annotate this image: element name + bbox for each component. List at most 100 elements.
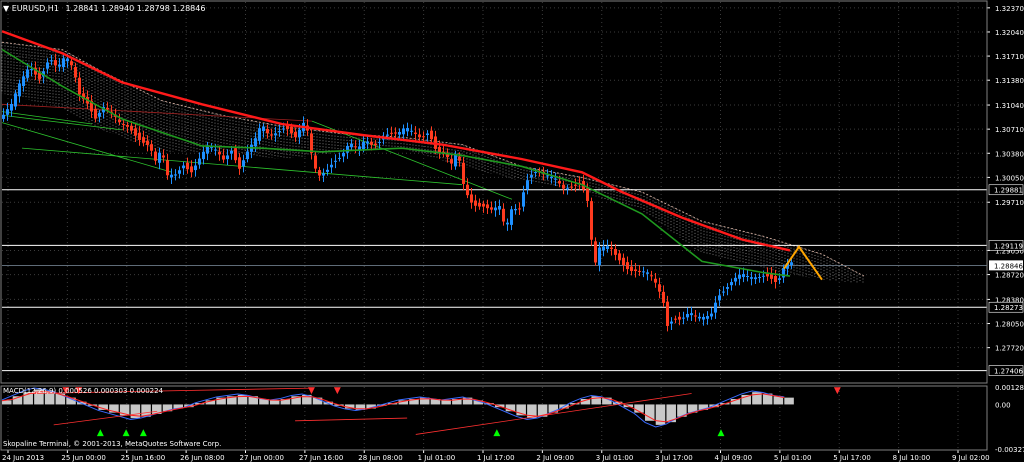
candle-body: [170, 174, 173, 178]
macd-label: MACD(12,26,9) 0.000526 0.000303 0.000224: [3, 387, 164, 395]
sell-arrow-icon: ▼: [834, 386, 841, 396]
time-tick-label: 25 Jun 16:00: [121, 454, 165, 462]
candle-body: [318, 170, 321, 176]
candle-body: [790, 262, 793, 266]
buy-arrow-icon: ▲: [97, 428, 104, 438]
macd-histogram-bar: [645, 404, 655, 421]
candle-body: [466, 184, 469, 196]
symbol-label: ▼ EURUSD,H1 1.28841 1.28940 1.28798 1.28…: [3, 4, 205, 13]
candle-body: [150, 144, 153, 151]
candle-body: [290, 126, 293, 134]
sell-arrow-icon: ▼: [308, 386, 315, 396]
candle-body: [742, 274, 745, 277]
candle-body: [630, 266, 633, 271]
candle-body: [70, 61, 73, 66]
candle-body: [778, 278, 781, 280]
candle-body: [146, 140, 149, 145]
candle-body: [762, 275, 765, 277]
candle-body: [486, 204, 489, 209]
candle-body: [510, 209, 513, 225]
symbol-name: EURUSD,H1: [12, 4, 59, 13]
macd-tick-label: 0.00: [995, 401, 1011, 409]
time-tick-label: 1 Jul 17:00: [477, 454, 515, 462]
candle-body: [422, 136, 425, 138]
candle-body: [402, 128, 405, 135]
candle-body: [410, 130, 413, 132]
candle-body: [706, 316, 709, 319]
price-tick-label: 1.30050: [995, 174, 1024, 182]
candle-body: [46, 62, 49, 69]
candle-body: [498, 206, 501, 210]
candle-body: [714, 302, 717, 313]
price-tick-label: 1.31380: [995, 77, 1024, 85]
candle-body: [550, 176, 553, 179]
candle-body: [142, 137, 145, 143]
candle-body: [30, 69, 33, 71]
candle-body: [274, 133, 277, 136]
candle-body: [238, 157, 241, 169]
candle-body: [478, 202, 481, 207]
time-tick-label: 9 Jul 02:00: [952, 454, 990, 462]
candle-body: [74, 67, 77, 78]
candle-body: [530, 175, 533, 178]
candle-body: [106, 107, 109, 110]
candle-body: [694, 315, 697, 317]
candle-body: [54, 60, 57, 66]
price-tick-label: 1.32370: [995, 5, 1024, 13]
level-price-label: 1.29881: [994, 187, 1023, 195]
candle-body: [370, 141, 373, 145]
candle-body: [494, 207, 497, 211]
symbol-dropdown-icon[interactable]: ▼: [3, 4, 10, 13]
candle-body: [450, 159, 453, 164]
candle-body: [182, 165, 185, 169]
macd-histogram-bar: [784, 397, 794, 405]
level-price-label: 1.28273: [994, 304, 1023, 312]
candle-body: [126, 124, 129, 127]
candle-body: [266, 128, 269, 134]
candle-body: [462, 162, 465, 184]
candle-body: [310, 133, 313, 153]
candle-body: [746, 275, 749, 277]
candle-body: [474, 200, 477, 206]
candle-body: [690, 313, 693, 316]
candle-body: [62, 58, 65, 68]
time-tick-label: 5 Jul 17:00: [833, 454, 871, 462]
candle-body: [78, 77, 81, 95]
level-price-label: 1.27406: [994, 368, 1023, 376]
time-tick-label: 5 Jul 01:00: [774, 454, 812, 462]
candle-body: [562, 184, 565, 189]
time-tick-label: 1 Jul 01:00: [418, 454, 456, 462]
candle-body: [130, 125, 133, 131]
candle-body: [590, 201, 593, 240]
candle-body: [626, 262, 629, 270]
candle-body: [766, 273, 769, 277]
buy-arrow-icon: ▲: [493, 428, 500, 438]
candle-body: [710, 313, 713, 317]
candle-body: [362, 141, 365, 150]
candle-body: [22, 76, 25, 87]
time-tick-label: 4 Jul 09:00: [715, 454, 753, 462]
candle-body: [14, 93, 17, 107]
candle-body: [754, 277, 757, 280]
candle-body: [18, 83, 21, 97]
candle-body: [774, 276, 777, 283]
price-tick-label: 1.30380: [995, 150, 1024, 158]
candle-body: [194, 165, 197, 171]
trading-chart: ▼ ▼▲ ▲ ▲▼ ▼▲ ▲▼ 1.323701.320401.317101.313801…: [0, 0, 1024, 462]
candle-body: [622, 257, 625, 266]
candle-body: [10, 103, 13, 111]
candle-body: [138, 132, 141, 140]
price-tick-label: 1.28720: [995, 272, 1024, 280]
candle-body: [50, 60, 53, 62]
candle-body: [214, 149, 217, 151]
candle-body: [554, 178, 557, 180]
candle-body: [366, 141, 369, 144]
candle-body: [270, 134, 273, 136]
time-tick-label: 3 Jul 01:00: [596, 454, 634, 462]
candle-body: [338, 157, 341, 159]
candle-body: [326, 169, 329, 172]
candle-body: [198, 158, 201, 165]
candle-body: [586, 188, 589, 201]
macd-histogram-bar: [441, 400, 451, 405]
candle-body: [646, 272, 649, 274]
